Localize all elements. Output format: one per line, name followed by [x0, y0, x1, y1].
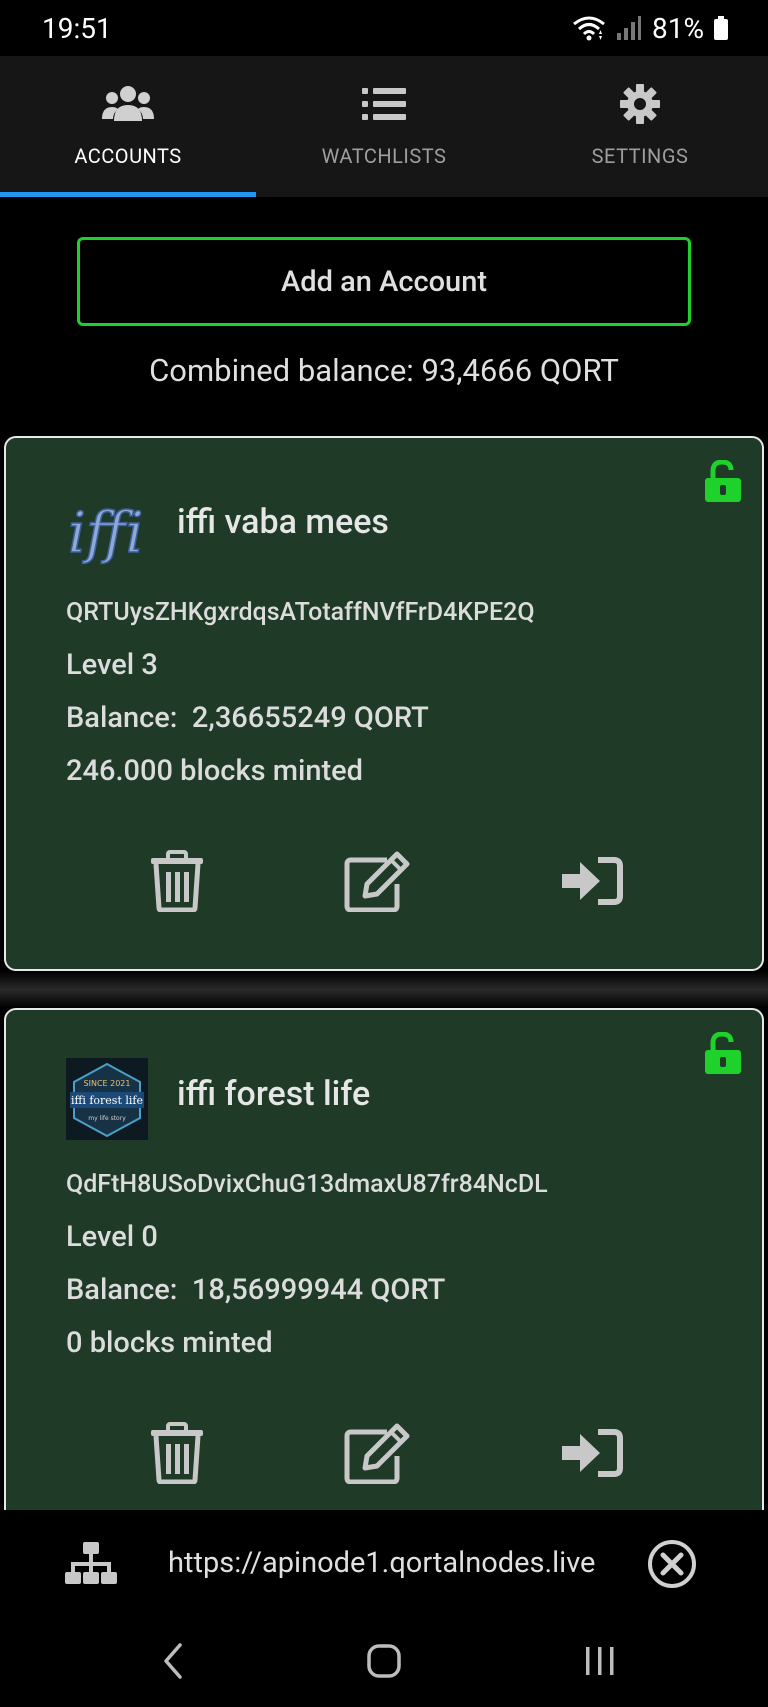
home-button[interactable]: [360, 1637, 408, 1685]
sign-in-icon: [562, 857, 623, 905]
blocks-minted: 0 blocks minted: [66, 1326, 273, 1360]
status-icons: 81%: [572, 12, 728, 45]
back-button[interactable]: [152, 1637, 192, 1685]
gear-icon: [614, 82, 666, 126]
edit-button[interactable]: [341, 848, 415, 914]
back-icon: [164, 1643, 182, 1679]
node-url: https://apinode1.qortalnodes.live: [168, 1546, 596, 1580]
tab-watchlists[interactable]: WATCHLISTS: [256, 56, 512, 197]
network-icon[interactable]: [64, 1540, 118, 1588]
svg-text:iffi: iffi: [68, 501, 144, 566]
sign-in-icon: [562, 1429, 623, 1477]
home-icon: [367, 1644, 401, 1678]
status-bar: 19:51 81%: [0, 0, 768, 56]
tab-label: ACCOUNTS: [74, 144, 182, 168]
balance-label: Balance:: [66, 701, 178, 735]
delete-button[interactable]: [140, 1420, 214, 1486]
unlocked-lock-icon[interactable]: [703, 460, 743, 502]
balance-value: 2,36655249 QORT: [191, 701, 429, 735]
close-circle-icon[interactable]: [646, 1538, 698, 1590]
balance-label: Balance:: [66, 1273, 178, 1307]
battery-icon: [714, 16, 728, 40]
tab-bar: ACCOUNTS WATCHLISTS SETTINGS: [0, 56, 768, 197]
status-time: 19:51: [42, 11, 112, 45]
account-card: iffi iffi vaba mees QRTUysZHKgxrdqsATota…: [4, 436, 764, 971]
account-card: SINCE 2021 iffi forest life my life stor…: [4, 1008, 764, 1568]
account-address: QRTUysZHKgxrdqsATotaffNVfFrD4KPE2Q: [66, 598, 535, 627]
tab-accounts[interactable]: ACCOUNTS: [0, 56, 256, 197]
svg-text:my life story: my life story: [88, 1115, 126, 1122]
recent-apps-button[interactable]: [576, 1637, 624, 1685]
system-nav-bar: [0, 1615, 768, 1707]
login-button[interactable]: [555, 1420, 629, 1486]
unlocked-lock-icon[interactable]: [703, 1032, 743, 1074]
list-icon: [358, 82, 410, 126]
edit-icon: [344, 1423, 410, 1484]
tab-label: SETTINGS: [591, 144, 689, 168]
svg-text:iffi forest life: iffi forest life: [71, 1094, 143, 1107]
account-avatar: iffi: [66, 486, 148, 568]
battery-percent: 81%: [652, 11, 704, 45]
add-account-button[interactable]: Add an Account: [77, 237, 691, 326]
tab-settings[interactable]: SETTINGS: [512, 56, 768, 197]
balance-value: 18,56999944 QORT: [191, 1273, 446, 1307]
trash-icon: [151, 1422, 203, 1484]
recent-apps-icon: [586, 1647, 614, 1675]
blocks-minted: 246.000 blocks minted: [66, 754, 364, 788]
account-balance: Balance: 18,56999944 QORT: [66, 1273, 445, 1307]
node-bar: https://apinode1.qortalnodes.live: [0, 1510, 768, 1615]
account-actions: [6, 848, 762, 914]
edit-button[interactable]: [341, 1420, 415, 1486]
account-balance: Balance: 2,36655249 QORT: [66, 701, 429, 735]
users-icon: [102, 82, 154, 126]
edit-icon: [344, 851, 410, 912]
svg-text:SINCE 2021: SINCE 2021: [84, 1079, 131, 1088]
card-separator: [0, 971, 768, 1008]
account-name: iffi forest life: [177, 1074, 371, 1114]
trash-icon: [151, 850, 203, 912]
account-level: Level 3: [66, 648, 158, 682]
account-address: QdFtH8USoDvixChuG13dmaxU87fr84NcDL: [66, 1170, 548, 1199]
account-name: iffi vaba mees: [177, 502, 389, 542]
wifi-icon: [573, 16, 605, 41]
signal-icon: [617, 16, 642, 40]
account-level: Level 0: [66, 1220, 158, 1254]
tab-label: WATCHLISTS: [321, 144, 447, 168]
login-button[interactable]: [555, 848, 629, 914]
combined-balance: Combined balance: 93,4666 QORT: [149, 352, 619, 389]
account-actions: [6, 1420, 762, 1486]
delete-button[interactable]: [140, 848, 214, 914]
account-avatar: SINCE 2021 iffi forest life my life stor…: [66, 1058, 148, 1140]
